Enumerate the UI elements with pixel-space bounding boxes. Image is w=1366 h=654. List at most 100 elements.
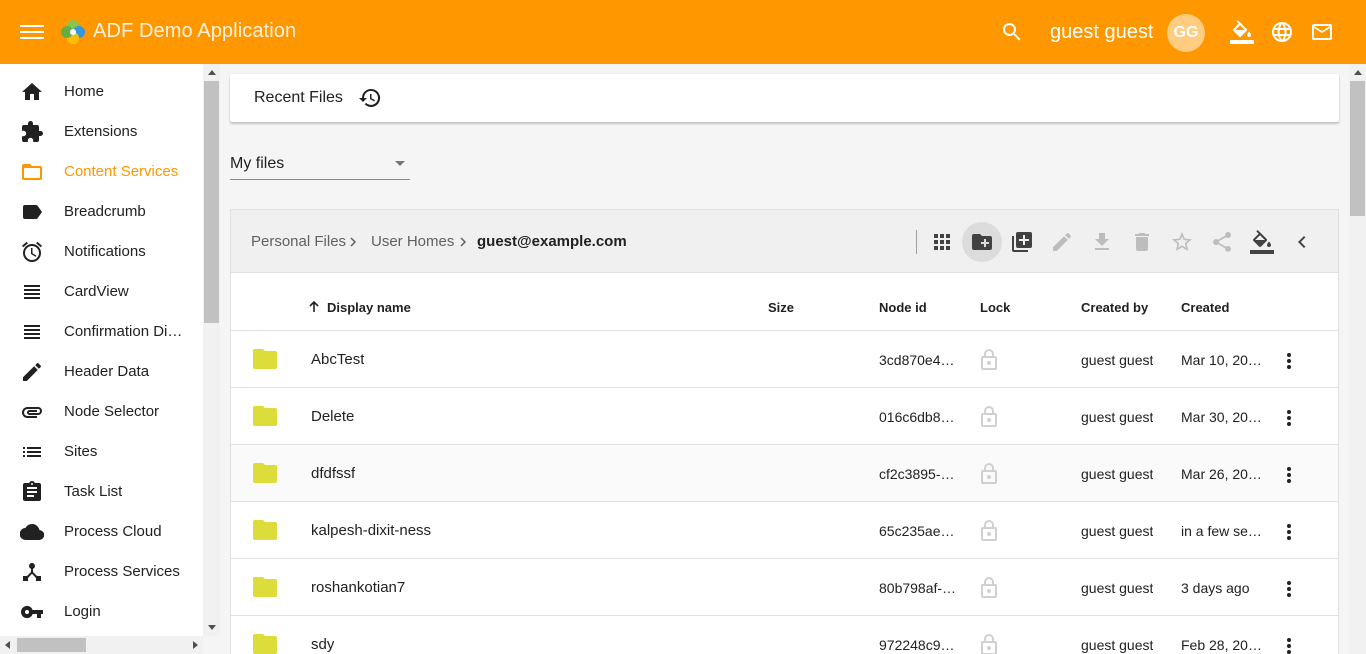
sidebar-item-breadcrumb[interactable]: Breadcrumb [0, 192, 203, 232]
grid-view-button[interactable] [922, 222, 962, 262]
sidebar-item-node-selector[interactable]: Node Selector [0, 392, 203, 432]
sidebar-item-confirmation-dialog[interactable]: Confirmation Dialog [0, 312, 203, 352]
color-picker-button[interactable] [1242, 222, 1282, 262]
table-row[interactable]: kalpesh-dixit-ness 65c235ae… guest guest… [231, 502, 1338, 559]
sidebar-item-extensions[interactable]: Extensions [0, 112, 203, 152]
table-row[interactable]: roshankotian7 80b798af-… guest guest 3 d… [231, 559, 1338, 616]
row-display-name[interactable]: sdy [311, 636, 334, 653]
grid-view-icon [934, 234, 950, 250]
document-list-toolbar: Personal Files User Homes guest@example.… [230, 209, 1339, 273]
app-title[interactable]: ADF Demo Application [93, 20, 296, 43]
row-created-by: guest guest [1081, 466, 1154, 482]
scroll-down-icon[interactable] [208, 625, 216, 630]
chevron-right-icon [460, 237, 467, 247]
table-row[interactable]: sdy 972248c9… guest guest Feb 28, 20… [231, 616, 1338, 654]
favorite-icon [1172, 232, 1192, 251]
row-node-id: cf2c3895-… [879, 466, 955, 482]
more-vert-icon[interactable] [1277, 577, 1301, 601]
lock-icon[interactable] [979, 519, 999, 543]
column-header-size[interactable]: Size [768, 300, 794, 315]
sidebar-item-content-services[interactable]: Content Services [0, 152, 203, 192]
scroll-right-icon[interactable] [193, 641, 198, 649]
lock-icon[interactable] [979, 576, 999, 600]
mail-icon[interactable] [1310, 20, 1334, 44]
sidebar-item-label: Node Selector [64, 403, 160, 420]
row-display-name[interactable]: dfdfssf [311, 465, 355, 482]
sidebar-item-label: Sites [64, 443, 98, 460]
more-vert-icon[interactable] [1277, 463, 1301, 487]
table-row[interactable]: dfdfssf cf2c3895-… guest guest Mar 26, 2… [231, 445, 1338, 502]
lock-icon[interactable] [979, 348, 999, 372]
row-created: Mar 30, 20… [1181, 409, 1262, 425]
more-vert-icon[interactable] [1277, 520, 1301, 544]
breadcrumb-item[interactable]: Personal Files [251, 233, 346, 250]
column-header-node-id[interactable]: Node id [879, 300, 927, 315]
sort-ascending-icon[interactable] [307, 300, 321, 314]
sidebar-item-process-cloud[interactable]: Process Cloud [0, 512, 203, 552]
sidebar-item-process-services[interactable]: Process Services [0, 552, 203, 592]
sidebar-item-login[interactable]: Login [0, 592, 203, 632]
main-scrollbar[interactable] [1349, 64, 1366, 654]
column-header-display-name[interactable]: Display name [327, 300, 411, 315]
folder-icon [253, 463, 277, 483]
sidebar-scrollbar[interactable] [203, 64, 220, 636]
favorite-button[interactable] [1162, 222, 1202, 262]
lock-icon[interactable] [979, 405, 999, 429]
edit-icon [1053, 233, 1071, 251]
more-vert-icon[interactable] [1277, 349, 1301, 373]
edit-button[interactable] [1042, 222, 1082, 262]
sidebar-item-notifications[interactable]: Notifications [0, 232, 203, 272]
table-row[interactable]: Delete 016c6db8… guest guest Mar 30, 20… [231, 388, 1338, 445]
collapse-info-button[interactable] [1282, 222, 1322, 262]
theme-picker-icon[interactable] [1230, 20, 1254, 44]
row-display-name[interactable]: roshankotian7 [311, 579, 405, 596]
column-header-created[interactable]: Created [1181, 300, 1229, 315]
recent-files-panel[interactable]: Recent Files [230, 74, 1339, 122]
more-vert-icon[interactable] [1277, 406, 1301, 430]
scroll-up-icon[interactable] [208, 70, 216, 75]
create-folder-button[interactable] [962, 222, 1002, 262]
row-display-name[interactable]: Delete [311, 408, 354, 425]
download-button[interactable] [1082, 222, 1122, 262]
delete-button[interactable] [1122, 222, 1162, 262]
more-vert-icon[interactable] [1277, 634, 1301, 654]
row-created: in a few se… [1181, 523, 1262, 539]
sidebar-item-home[interactable]: Home [0, 72, 203, 112]
lock-icon[interactable] [979, 462, 999, 486]
upload-button[interactable] [1002, 222, 1042, 262]
table-row[interactable]: AbcTest 3cd870e4… guest guest Mar 10, 20… [231, 331, 1338, 388]
user-name[interactable]: guest guest [1050, 21, 1153, 44]
scroll-up-icon[interactable] [1354, 70, 1362, 75]
scrollbar-thumb[interactable] [17, 638, 86, 652]
breadcrumb-item[interactable]: User Homes [371, 233, 454, 250]
sidebar-item-sites[interactable]: Sites [0, 432, 203, 472]
share-button[interactable] [1202, 222, 1242, 262]
breadcrumb-current: guest@example.com [477, 233, 627, 250]
site-selector-dropdown[interactable]: My files [230, 150, 410, 180]
sidebar-horizontal-scrollbar[interactable] [0, 636, 203, 654]
vpn-key-icon [20, 605, 43, 619]
alarm-icon [22, 241, 42, 262]
row-display-name[interactable]: AbcTest [311, 351, 364, 368]
toolbar-divider [916, 230, 917, 254]
row-node-id: 016c6db8… [879, 409, 955, 425]
search-icon[interactable] [1000, 20, 1024, 44]
sidebar-item-label: Content Services [64, 163, 179, 180]
scrollbar-thumb[interactable] [1350, 81, 1365, 216]
sidebar-item-header-data[interactable]: Header Data [0, 352, 203, 392]
column-header-lock[interactable]: Lock [980, 300, 1010, 315]
scrollbar-thumb[interactable] [204, 81, 219, 323]
label-icon [23, 205, 42, 219]
sidebar-item-cardview[interactable]: CardView [0, 272, 203, 312]
row-created-by: guest guest [1081, 580, 1154, 596]
column-header-created-by[interactable]: Created by [1081, 300, 1148, 315]
scroll-left-icon[interactable] [5, 641, 10, 649]
list-icon [23, 447, 41, 457]
sidebar-item-task-list[interactable]: Task List [0, 472, 203, 512]
history-icon [359, 88, 381, 107]
menu-icon[interactable] [20, 22, 44, 42]
user-avatar[interactable]: GG [1167, 14, 1205, 52]
lock-icon[interactable] [979, 633, 999, 654]
row-display-name[interactable]: kalpesh-dixit-ness [311, 522, 431, 539]
language-icon[interactable] [1270, 20, 1294, 44]
